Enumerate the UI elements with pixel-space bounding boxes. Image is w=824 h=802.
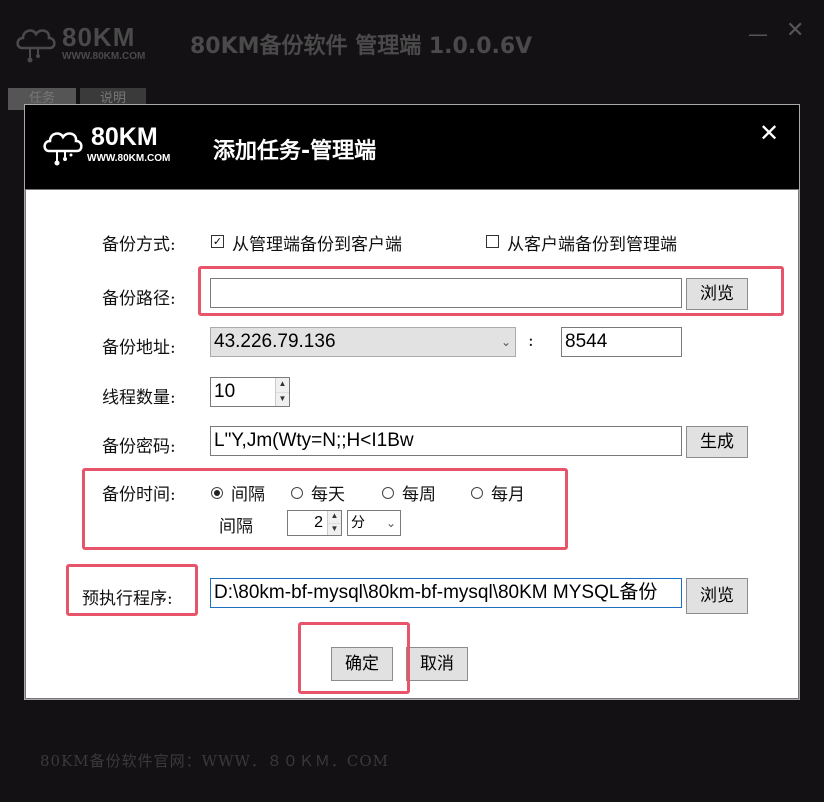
backup-path-label: 备份路径:: [102, 289, 176, 309]
close-dialog-button[interactable]: ✕: [759, 121, 779, 145]
logo-text: 80KM: [62, 22, 136, 52]
highlight-ok-button: [298, 622, 410, 694]
app-title: 80KM备份软件 管理端 1.0.0.6V: [190, 34, 533, 59]
threads-spinner[interactable]: ▲ ▼: [275, 378, 289, 406]
title-bar: 80KM WWW.80KM.COM 80KM备份软件 管理端 1.0.0.6V …: [0, 0, 824, 90]
generate-password-button[interactable]: 生成: [686, 426, 748, 458]
dialog-header: 80KM WWW.80KM.COM 添加任务-管理端 ✕: [25, 105, 799, 189]
dialog-title: 添加任务-管理端: [213, 139, 377, 164]
threads-value: 10: [214, 381, 236, 402]
dialog-logo-text: 80KM: [91, 123, 158, 151]
dialog-logo-subtext: WWW.80KM.COM: [87, 153, 171, 164]
backup-mode-label: 备份方式:: [102, 235, 176, 255]
threads-stepper[interactable]: 10 ▲ ▼: [210, 377, 290, 407]
port-colon: :: [528, 331, 534, 351]
password-input[interactable]: L"Y,Jm(Wty=N;;H<I1Bw: [210, 426, 682, 456]
cloud-logo-icon: [16, 29, 56, 63]
pre-exec-input[interactable]: D:\80km-bf-mysql\80km-bf-mysql\80KM MYSQ…: [210, 578, 682, 608]
threads-label: 线程数量:: [102, 388, 176, 408]
backup-address-label: 备份地址:: [102, 338, 176, 358]
ip-select[interactable]: 43.226.79.136 ⌄: [210, 327, 516, 357]
spin-up-icon[interactable]: ▲: [276, 378, 289, 393]
minimize-button[interactable]: —: [748, 22, 768, 46]
footer-website: 80KM备份软件官网：WWW．８０ＫＭ．COM: [40, 752, 390, 770]
browse-exec-button[interactable]: 浏览: [686, 578, 748, 614]
option2-label[interactable]: 从客户端备份到管理端: [507, 230, 677, 255]
option2-checkbox[interactable]: [486, 235, 499, 248]
option1-label[interactable]: 从管理端备份到客户端: [232, 230, 402, 255]
password-label: 备份密码:: [102, 437, 176, 457]
close-window-button[interactable]: ✕: [786, 18, 804, 43]
port-input[interactable]: 8544: [561, 327, 682, 357]
add-task-dialog: 80KM WWW.80KM.COM 添加任务-管理端 ✕ 备份方式: ✓ 从管理…: [24, 104, 800, 700]
ip-value: 43.226.79.136: [214, 331, 336, 352]
cloud-logo-icon: [43, 132, 83, 166]
dialog-body: 备份方式: ✓ 从管理端备份到客户端 从客户端备份到管理端 备份路径: 浏览 备…: [25, 189, 799, 699]
logo-subtext: WWW.80KM.COM: [62, 51, 146, 62]
cancel-button[interactable]: 取消: [406, 647, 468, 681]
spin-down-icon[interactable]: ▼: [276, 393, 289, 406]
option1-checkbox[interactable]: ✓: [211, 235, 224, 248]
highlight-backup-time: [82, 468, 568, 550]
highlight-pre-exec-label: [66, 564, 198, 616]
app-logo: 80KM WWW.80KM.COM: [14, 20, 174, 66]
chevron-down-icon: ⌄: [500, 335, 511, 349]
highlight-backup-path: [198, 266, 784, 316]
